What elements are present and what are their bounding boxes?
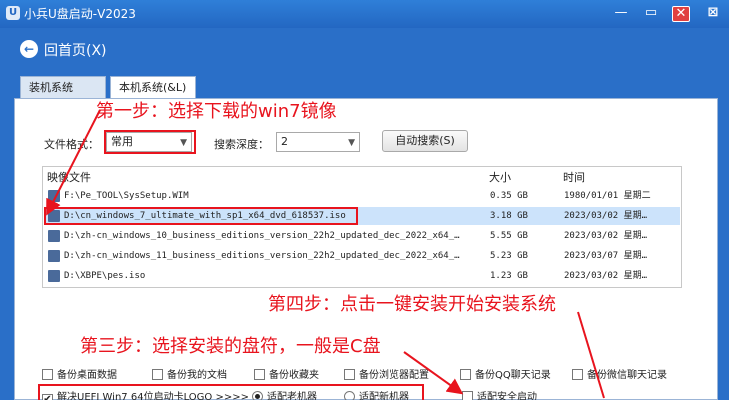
step4-annotation: 第四步：点击一键安装开始安装系统 [268, 294, 556, 315]
step3-arrow [403, 351, 464, 395]
step4-arrow [577, 311, 605, 399]
step3-annotation: 第三步：选择安装的盘符，一般是C盘 [80, 336, 381, 357]
step1-arrow [46, 109, 101, 216]
step1-annotation: 第一步：选择下载的win7镜像 [96, 101, 337, 122]
